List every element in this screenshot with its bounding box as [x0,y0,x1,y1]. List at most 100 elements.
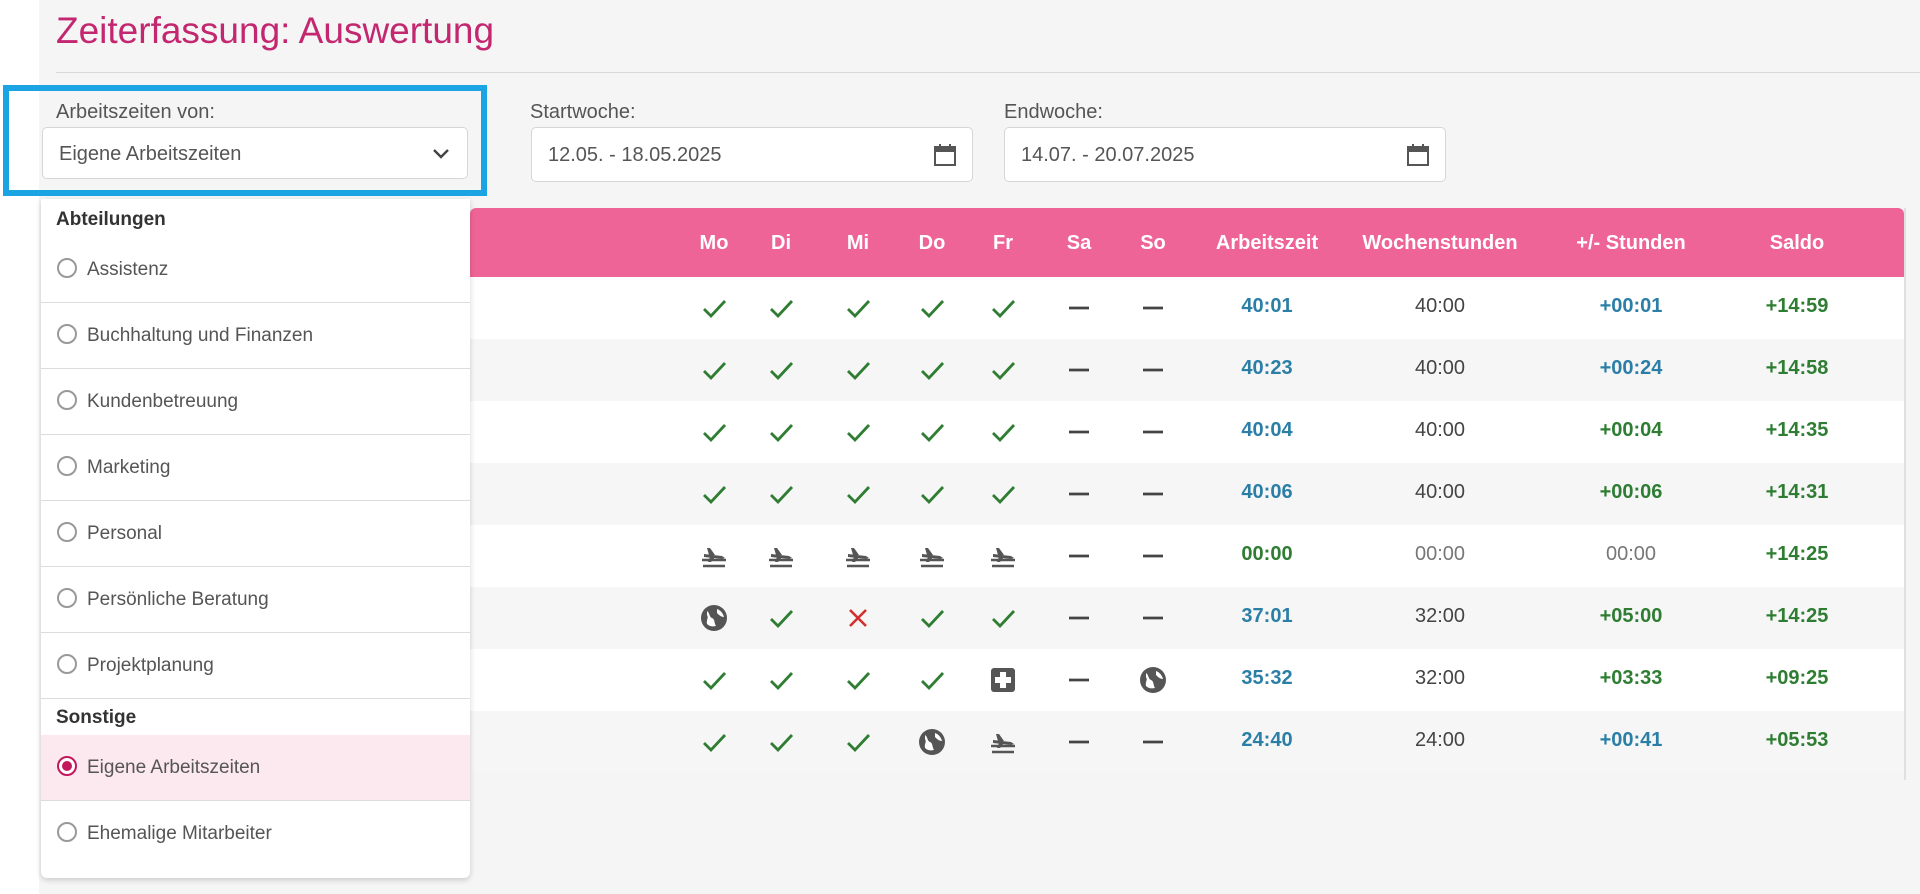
vacation-plane-icon [765,540,797,572]
dropdown-option-label: Buchhaltung und Finanzen [87,325,314,346]
dropdown-option[interactable]: Buchhaltung und Finanzen [41,303,470,369]
dropdown-separator [41,698,470,699]
radio-button[interactable] [57,456,77,476]
vacation-plane-icon [916,540,948,572]
radio-button[interactable] [57,822,77,842]
dropdown-option[interactable]: Assistenz [41,237,470,303]
dropdown-option-label: Projektplanung [87,655,214,676]
check-icon [987,416,1019,448]
header-arbeitszeit: Arbeitszeit [1215,232,1319,254]
arbeitszeiten-select-value: Eigene Arbeitszeiten [59,143,242,165]
dash-icon [1063,416,1095,448]
radio-button[interactable] [57,324,77,344]
table-row: 40:04 40:00 +00:04 +14:35 [470,401,1904,463]
dropdown-option[interactable]: Kundenbetreuung [41,369,470,435]
dropdown-option-label: Marketing [87,457,171,478]
radio-button[interactable] [57,588,77,608]
wochenstunden-cell: 40:00 [1414,419,1466,441]
dropdown-option[interactable]: Persönliche Beratung [41,567,470,633]
dropdown-option[interactable]: Personal [41,501,470,567]
arbeitszeiten-select[interactable]: Eigene Arbeitszeiten [42,127,468,179]
check-icon [698,478,730,510]
wochenstunden-cell: 00:00 [1414,543,1466,565]
check-icon [765,726,797,758]
dropdown-option-label: Assistenz [87,259,169,280]
wochenstunden-cell: 40:00 [1414,481,1466,503]
startwoche-input[interactable]: 12.05. - 18.05.2025 [531,127,973,182]
radio-button[interactable] [57,258,77,278]
globe-icon [1137,664,1169,696]
radio-button[interactable] [57,522,77,542]
saldo-cell: +14:25 [1765,605,1829,627]
saldo-cell: +09:25 [1765,667,1829,689]
dropdown-option[interactable]: Ehemalige Mitarbeiter [41,801,470,867]
table-header: Mo Di Mi Do Fr Sa So Arbeitszeit Wochens… [470,208,1904,277]
check-icon [842,292,874,324]
dropdown-option[interactable]: Marketing [41,435,470,501]
header-fr: Fr [993,232,1013,254]
vacation-plane-icon [842,540,874,572]
dash-icon [1137,354,1169,386]
radio-button[interactable] [57,390,77,410]
check-icon [987,478,1019,510]
chevron-down-icon [433,149,449,159]
check-icon [765,354,797,386]
dropdown-option-label: Ehemalige Mitarbeiter [87,823,272,844]
header-do: Do [918,232,946,254]
calendar-icon[interactable] [932,142,958,168]
dash-icon [1137,540,1169,572]
dash-icon [1137,416,1169,448]
globe-icon [698,602,730,634]
header-diff: +/- Stunden [1576,232,1686,254]
check-icon [842,478,874,510]
dash-icon [1063,354,1095,386]
check-icon [765,602,797,634]
header-sa: Sa [1066,232,1092,254]
table-row: 40:06 40:00 +00:06 +14:31 [470,463,1904,525]
header-saldo: Saldo [1769,232,1825,254]
table-row: 37:01 32:00 +05:00 +14:25 [470,587,1904,649]
saldo-cell: +14:25 [1765,543,1829,565]
arbeitszeit-cell: 00:00 [1241,543,1293,565]
endwoche-input[interactable]: 14.07. - 20.07.2025 [1004,127,1446,182]
header-so: So [1140,232,1166,254]
saldo-cell: +14:35 [1765,419,1829,441]
check-icon [698,354,730,386]
check-icon [842,726,874,758]
dropdown-group-label: Abteilungen [56,209,166,230]
arbeitszeit-cell: 40:06 [1241,481,1293,503]
saldo-cell: +14:58 [1765,357,1829,379]
radio-button[interactable] [57,654,77,674]
check-icon [842,664,874,696]
wochenstunden-cell: 24:00 [1414,729,1466,751]
radio-button[interactable] [57,756,77,776]
time-table: Mo Di Mi Do Fr Sa So Arbeitszeit Wochens… [470,208,1904,780]
title-divider [56,72,1920,73]
dropdown-option-label: Personal [87,523,162,544]
check-icon [765,292,797,324]
table-row: 00:00 00:00 00:00 +14:25 [470,525,1904,587]
wochenstunden-cell: 40:00 [1414,357,1466,379]
dash-icon [1063,664,1095,696]
wochenstunden-cell: 32:00 [1414,605,1466,627]
arbeitszeit-cell: 24:40 [1241,729,1293,751]
dropdown-option-label: Kundenbetreuung [87,391,239,412]
check-icon [916,602,948,634]
dropdown-option-label: Eigene Arbeitszeiten [87,757,261,778]
header-mi: Mi [846,232,870,254]
cross-icon [842,602,874,634]
dash-icon [1137,292,1169,324]
wochenstunden-cell: 40:00 [1414,295,1466,317]
check-icon [698,416,730,448]
startwoche-value: 12.05. - 18.05.2025 [548,144,722,166]
startwoche-label: Startwoche: [530,101,636,123]
vacation-plane-icon [987,540,1019,572]
dropdown-option[interactable]: Projektplanung [41,633,470,699]
wochenstunden-cell: 32:00 [1414,667,1466,689]
calendar-icon[interactable] [1405,142,1431,168]
dropdown-option[interactable]: Eigene Arbeitszeiten [41,735,470,801]
vacation-plane-icon [987,726,1019,758]
saldo-cell: +14:31 [1765,481,1829,503]
arbeitszeit-cell: 37:01 [1241,605,1293,627]
dropdown-group-label: Sonstige [56,707,137,728]
